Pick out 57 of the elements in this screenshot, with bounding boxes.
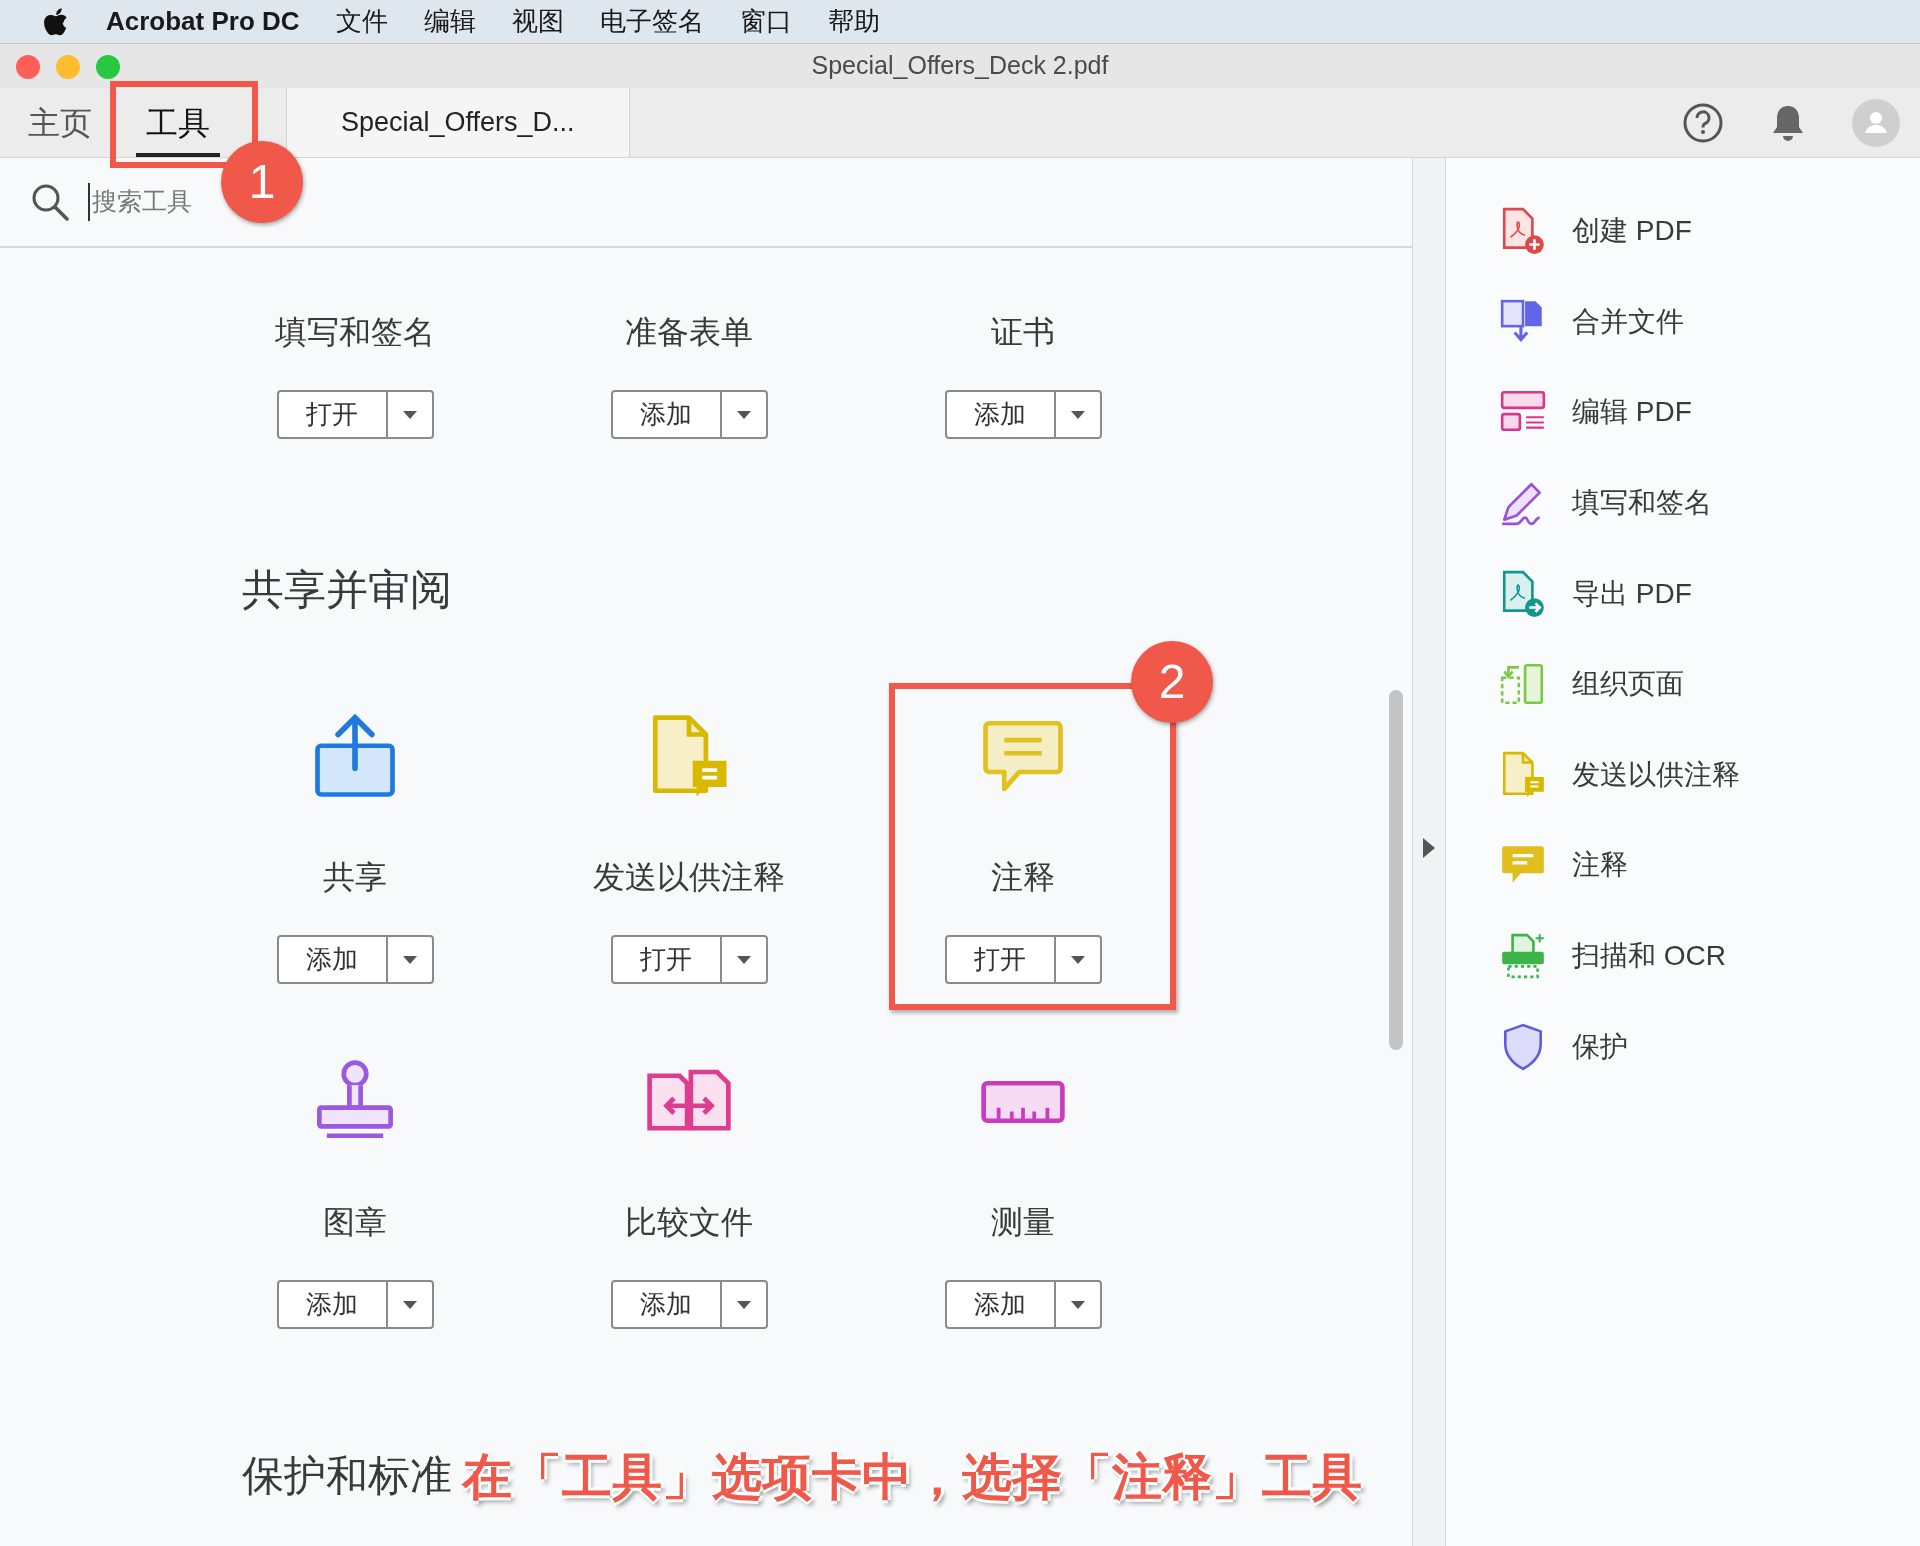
expand-panel-icon[interactable]: [1423, 838, 1435, 858]
tab[interactable]: 主页: [0, 88, 102, 157]
action-label[interactable]: 打开: [946, 937, 1054, 982]
tool-name: 比较文件: [625, 1204, 753, 1240]
action-label[interactable]: 添加: [612, 1282, 720, 1327]
tool-action-button[interactable]: 添加: [944, 1280, 1102, 1329]
step-number: 2: [1131, 641, 1213, 723]
menu-item[interactable]: 编辑: [423, 2, 476, 41]
tool-action-button[interactable]: 添加: [276, 935, 434, 984]
document-tab[interactable]: Special_Offers_D...: [286, 88, 630, 157]
menu-item[interactable]: 视图: [511, 2, 564, 41]
tool-action-button[interactable]: 打开: [276, 390, 434, 439]
search-icon: [30, 182, 70, 222]
action-label[interactable]: 打开: [612, 937, 720, 982]
tool-name: 图章: [323, 1204, 387, 1240]
sidebar-item[interactable]: 注释: [1572, 844, 1628, 887]
action-label[interactable]: 添加: [278, 1282, 386, 1327]
sidebar-item[interactable]: 发送以供注释: [1572, 753, 1740, 796]
tool-name: 准备表单: [625, 314, 753, 350]
section-heading: 共享并审阅: [242, 566, 453, 614]
action-label[interactable]: 打开: [278, 392, 386, 437]
menu-item[interactable]: 窗口: [739, 2, 792, 41]
sidebar-item[interactable]: 保护: [1572, 1025, 1628, 1068]
caption: 在「工具」选项卡中，选择「注释」工具: [462, 1448, 1362, 1507]
tool-action-button[interactable]: 添加: [276, 1280, 434, 1329]
tool-name: 测量: [991, 1204, 1055, 1240]
tool-action-button[interactable]: 添加: [610, 390, 768, 439]
action-label[interactable]: 添加: [946, 392, 1054, 437]
menu-item[interactable]: 电子签名: [599, 2, 704, 41]
help-icon[interactable]: [1682, 101, 1724, 144]
scrollbar-thumb[interactable]: [1389, 690, 1403, 1050]
sidebar-item[interactable]: 组织页面: [1572, 663, 1684, 706]
menu-item[interactable]: 帮助: [827, 2, 880, 41]
section-heading: 保护和标准: [242, 1452, 453, 1500]
action-label[interactable]: 添加: [946, 1282, 1054, 1327]
step-number: 1: [221, 141, 303, 223]
app-name[interactable]: Acrobat Pro DC: [106, 2, 300, 41]
action-label[interactable]: 添加: [612, 392, 720, 437]
sidebar-item[interactable]: 合并文件: [1572, 300, 1684, 343]
tab[interactable]: 工具: [136, 88, 220, 157]
tool-name: 注释: [991, 859, 1055, 895]
sidebar-item[interactable]: 填写和签名: [1572, 482, 1712, 525]
tool-name: 共享: [323, 859, 387, 895]
tool-action-button[interactable]: 打开: [610, 935, 768, 984]
action-label[interactable]: 添加: [278, 937, 386, 982]
sidebar-item[interactable]: 导出 PDF: [1572, 572, 1692, 615]
tool-name: 发送以供注释: [593, 859, 785, 895]
sidebar-item[interactable]: 编辑 PDF: [1572, 391, 1692, 434]
window-title: Special_Offers_Deck 2.pdf: [811, 50, 1109, 82]
menu-item[interactable]: 文件: [335, 2, 388, 41]
tool-action-button[interactable]: 添加: [944, 390, 1102, 439]
tool-name: 证书: [991, 314, 1055, 350]
tool-action-button[interactable]: 添加: [610, 1280, 768, 1329]
sidebar-item[interactable]: 扫描和 OCR: [1572, 935, 1726, 978]
tool-name: 填写和签名: [275, 314, 435, 350]
tool-action-button[interactable]: 打开: [944, 935, 1102, 984]
sidebar-item[interactable]: 创建 PDF: [1572, 210, 1692, 253]
